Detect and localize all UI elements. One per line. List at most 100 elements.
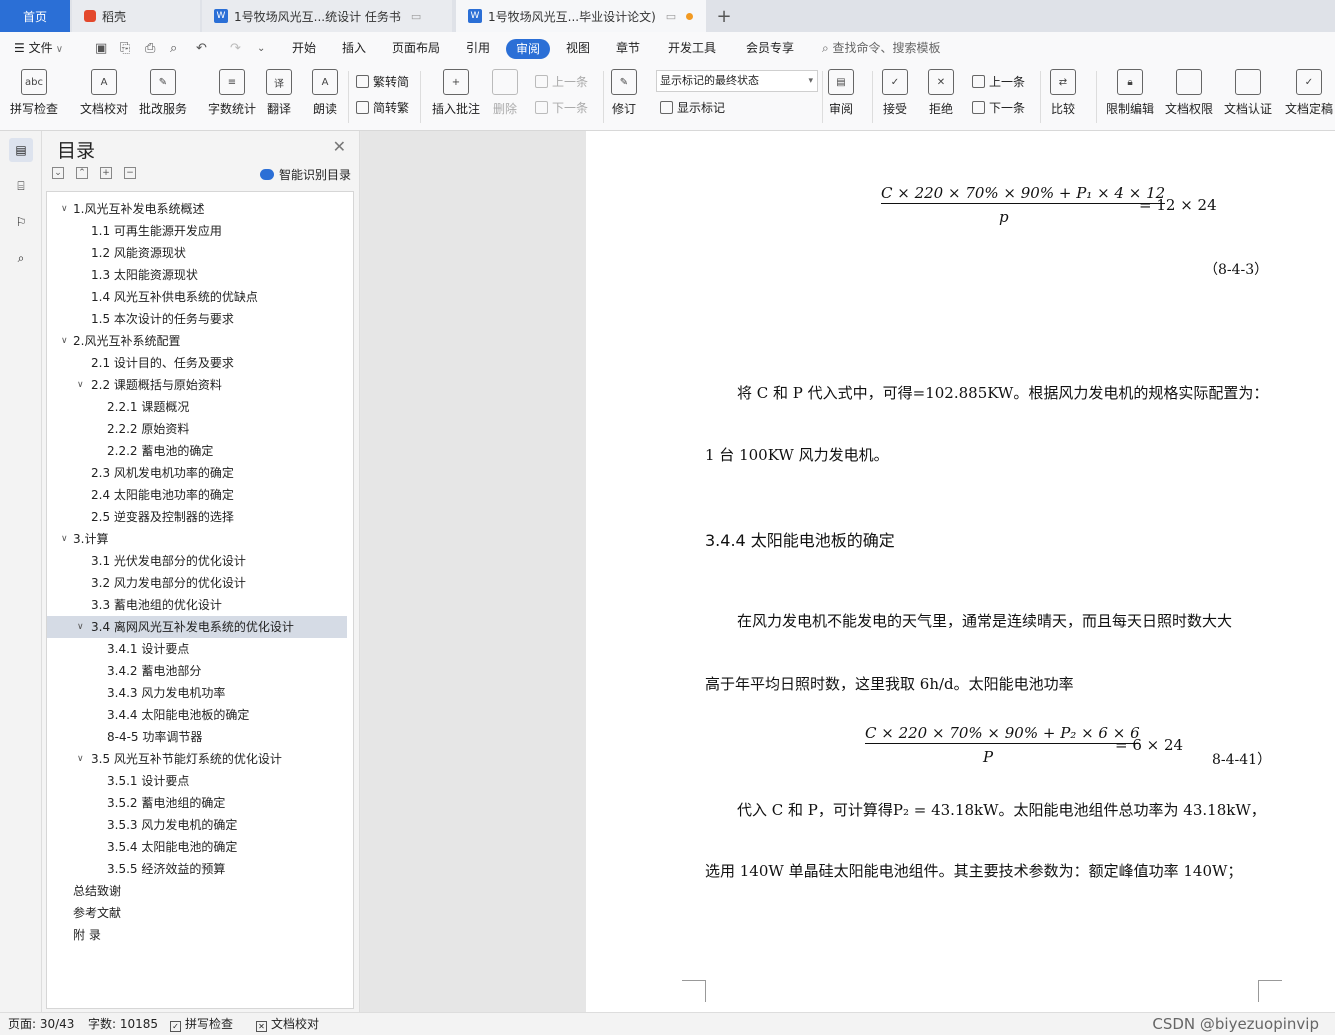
toc-item[interactable]: ∨ 3.4 离网风光互补发电系统的优化设计 <box>47 616 347 638</box>
menu-reference[interactable]: 引用 <box>466 32 490 65</box>
bookmark-icon[interactable]: ⚐ <box>9 210 33 234</box>
tab-home[interactable]: 首页 <box>0 0 70 32</box>
remove-heading-icon[interactable]: − <box>124 167 136 179</box>
toc-item[interactable]: 3.5.5 经济效益的预算 <box>47 858 347 880</box>
search-icon[interactable]: ⌕ <box>9 246 33 270</box>
word-count-indicator[interactable]: 字数: 10185 <box>88 1013 158 1035</box>
print-icon[interactable]: ⎙ <box>145 32 155 65</box>
toc-item[interactable]: 8-4-5 功率调节器 <box>47 726 347 748</box>
accept-button[interactable]: ✓ 接受 <box>882 69 908 125</box>
toc-item[interactable]: 3.4.1 设计要点 <box>47 638 347 660</box>
chevron-down-icon[interactable]: ∨ <box>61 198 71 220</box>
annotate-service-button[interactable]: ✎ 批改服务 <box>139 69 187 125</box>
toc-item[interactable]: 2.2.2 原始资料 <box>47 418 347 440</box>
chapter-nav-icon[interactable]: ⌸ <box>9 174 33 198</box>
toc-item[interactable]: 2.2.2 蓄电池的确定 <box>47 440 347 462</box>
toc-item[interactable]: ∨ 3.5 风光互补节能灯系统的优化设计 <box>47 748 347 770</box>
add-heading-icon[interactable]: + <box>100 167 112 179</box>
toc-item[interactable]: 1.2 风能资源现状 <box>47 242 347 264</box>
trad-to-simp-button[interactable]: 繁转简 <box>356 72 409 92</box>
page-indicator[interactable]: 页面: 30/43 <box>8 1013 74 1035</box>
toc-item[interactable]: 2.3 风机发电机功率的确定 <box>47 462 347 484</box>
track-changes-button[interactable]: ✎ 修订 <box>611 69 637 125</box>
toc-item[interactable]: 3.4.4 太阳能电池板的确定 <box>47 704 347 726</box>
simp-to-trad-button[interactable]: 简转繁 <box>356 98 409 118</box>
word-count-button[interactable]: ≡ 字数统计 <box>208 69 256 125</box>
next-change-button[interactable]: 下一条 <box>972 98 1025 118</box>
toc-item[interactable]: 3.5.1 设计要点 <box>47 770 347 792</box>
toc-item[interactable]: 2.2.1 课题概况 <box>47 396 347 418</box>
restrict-edit-button[interactable]: 🔒︎ 限制编辑 <box>1106 69 1154 125</box>
prev-change-button[interactable]: 上一条 <box>972 72 1025 92</box>
toc-item[interactable]: 3.5.4 太阳能电池的确定 <box>47 836 347 858</box>
collapse-all-icon[interactable]: ⌄ <box>52 167 64 179</box>
compare-button[interactable]: ⇄ 比较 <box>1050 69 1076 125</box>
save-icon[interactable]: ▣ <box>95 32 107 65</box>
menu-developer[interactable]: 开发工具 <box>668 32 716 65</box>
toc-item[interactable]: ∨ 3.计算 <box>47 528 347 550</box>
toc-item[interactable]: 3.4.3 风力发电机功率 <box>47 682 347 704</box>
new-tab-button[interactable]: + <box>712 0 736 32</box>
toc-item[interactable]: 2.5 逆变器及控制器的选择 <box>47 506 347 528</box>
toc-item[interactable]: 3.2 风力发电部分的优化设计 <box>47 572 347 594</box>
toc-item[interactable]: ∨ 2.2 课题概括与原始资料 <box>47 374 347 396</box>
redo-icon[interactable]: ↷ <box>230 32 241 65</box>
toc-item[interactable]: 总结致谢 <box>47 880 347 902</box>
quick-access-more-icon[interactable]: ⌄ <box>257 32 265 65</box>
reject-button[interactable]: ✕ 拒绝 <box>928 69 954 125</box>
chevron-down-icon[interactable]: ∨ <box>61 330 71 352</box>
status-proofread[interactable]: ✕ 文档校对 <box>256 1013 319 1035</box>
toc-item[interactable]: ∨ 2.风光互补系统配置 <box>47 330 347 352</box>
tab-document-thesis[interactable]: W 1号牧场风光互...毕业设计论文) ▭ <box>456 0 706 32</box>
chevron-down-icon[interactable]: ∨ <box>77 748 87 770</box>
menu-chapter[interactable]: 章节 <box>616 32 640 65</box>
read-aloud-button[interactable]: A 朗读 <box>312 69 338 125</box>
insert-comment-button[interactable]: + 插入批注 <box>432 69 480 125</box>
menu-insert[interactable]: 插入 <box>342 32 366 65</box>
doc-finalize-button[interactable]: ✓ 文档定稿 <box>1285 69 1333 125</box>
delete-comment-button[interactable]: 删除 <box>492 69 518 125</box>
toc-item[interactable]: 2.1 设计目的、任务及要求 <box>47 352 347 374</box>
prev-comment-button[interactable]: 上一条 <box>535 72 588 92</box>
translate-button[interactable]: 译翻译 <box>266 69 292 125</box>
toc-item[interactable]: 1.3 太阳能资源现状 <box>47 264 347 286</box>
toc-item[interactable]: 附 录 <box>47 924 347 946</box>
toc-item[interactable]: 3.4.2 蓄电池部分 <box>47 660 347 682</box>
undo-icon[interactable]: ↶ <box>196 32 207 65</box>
toc-item[interactable]: 参考文献 <box>47 902 347 924</box>
markup-state-select[interactable]: 显示标记的最终状态 ▾ <box>656 70 818 92</box>
export-icon[interactable]: ⎘ <box>120 32 130 65</box>
status-spell-check[interactable]: ✓ 拼写检查 <box>170 1013 233 1035</box>
file-menu[interactable]: ☰ 文件 ∨ <box>14 32 63 65</box>
toc-item[interactable]: 1.5 本次设计的任务与要求 <box>47 308 347 330</box>
close-icon[interactable]: ✕ <box>333 137 346 156</box>
toc-item[interactable]: ∨ 1.风光互补发电系统概述 <box>47 198 347 220</box>
chevron-down-icon[interactable]: ∨ <box>61 528 71 550</box>
menu-layout[interactable]: 页面布局 <box>392 32 440 65</box>
toc-item[interactable]: 3.5.3 风力发电机的确定 <box>47 814 347 836</box>
tab-document-task[interactable]: W 1号牧场风光互...统设计 任务书 ▭ <box>202 0 452 32</box>
tab-daoke[interactable]: 稻壳 <box>72 0 200 32</box>
toc-panel-icon[interactable]: ▤ <box>9 138 33 162</box>
print-preview-icon[interactable]: ⌕ <box>170 32 177 65</box>
doc-auth-button[interactable]: 文档认证 <box>1224 69 1272 125</box>
toc-item[interactable]: 3.1 光伏发电部分的优化设计 <box>47 550 347 572</box>
toc-item[interactable]: 2.4 太阳能电池功率的确定 <box>47 484 347 506</box>
smart-toc-button[interactable]: 智能识别目录 <box>259 166 351 183</box>
toc-item[interactable]: 3.5.2 蓄电池组的确定 <box>47 792 347 814</box>
command-search[interactable]: ⌕ 查找命令、搜索模板 <box>822 32 941 65</box>
menu-member[interactable]: 会员专享 <box>746 32 794 65</box>
chevron-down-icon[interactable]: ∨ <box>77 374 87 396</box>
menu-start[interactable]: 开始 <box>292 32 316 65</box>
spell-check-button[interactable]: abc 拼写检查 <box>10 69 58 125</box>
show-markup-button[interactable]: 显示标记 <box>660 98 725 118</box>
expand-up-icon[interactable]: ⌃ <box>76 167 88 179</box>
next-comment-button[interactable]: 下一条 <box>535 98 588 118</box>
chevron-down-icon[interactable]: ∨ <box>77 616 87 638</box>
doc-proofread-button[interactable]: A 文档校对 <box>80 69 128 125</box>
toc-item[interactable]: 1.1 可再生能源开发应用 <box>47 220 347 242</box>
menu-review[interactable]: 审阅 <box>506 39 551 59</box>
doc-permission-button[interactable]: 文档权限 <box>1165 69 1213 125</box>
toc-item[interactable]: 1.4 风光互补供电系统的优缺点 <box>47 286 347 308</box>
review-pane-button[interactable]: ▤ 审阅 <box>828 69 854 125</box>
